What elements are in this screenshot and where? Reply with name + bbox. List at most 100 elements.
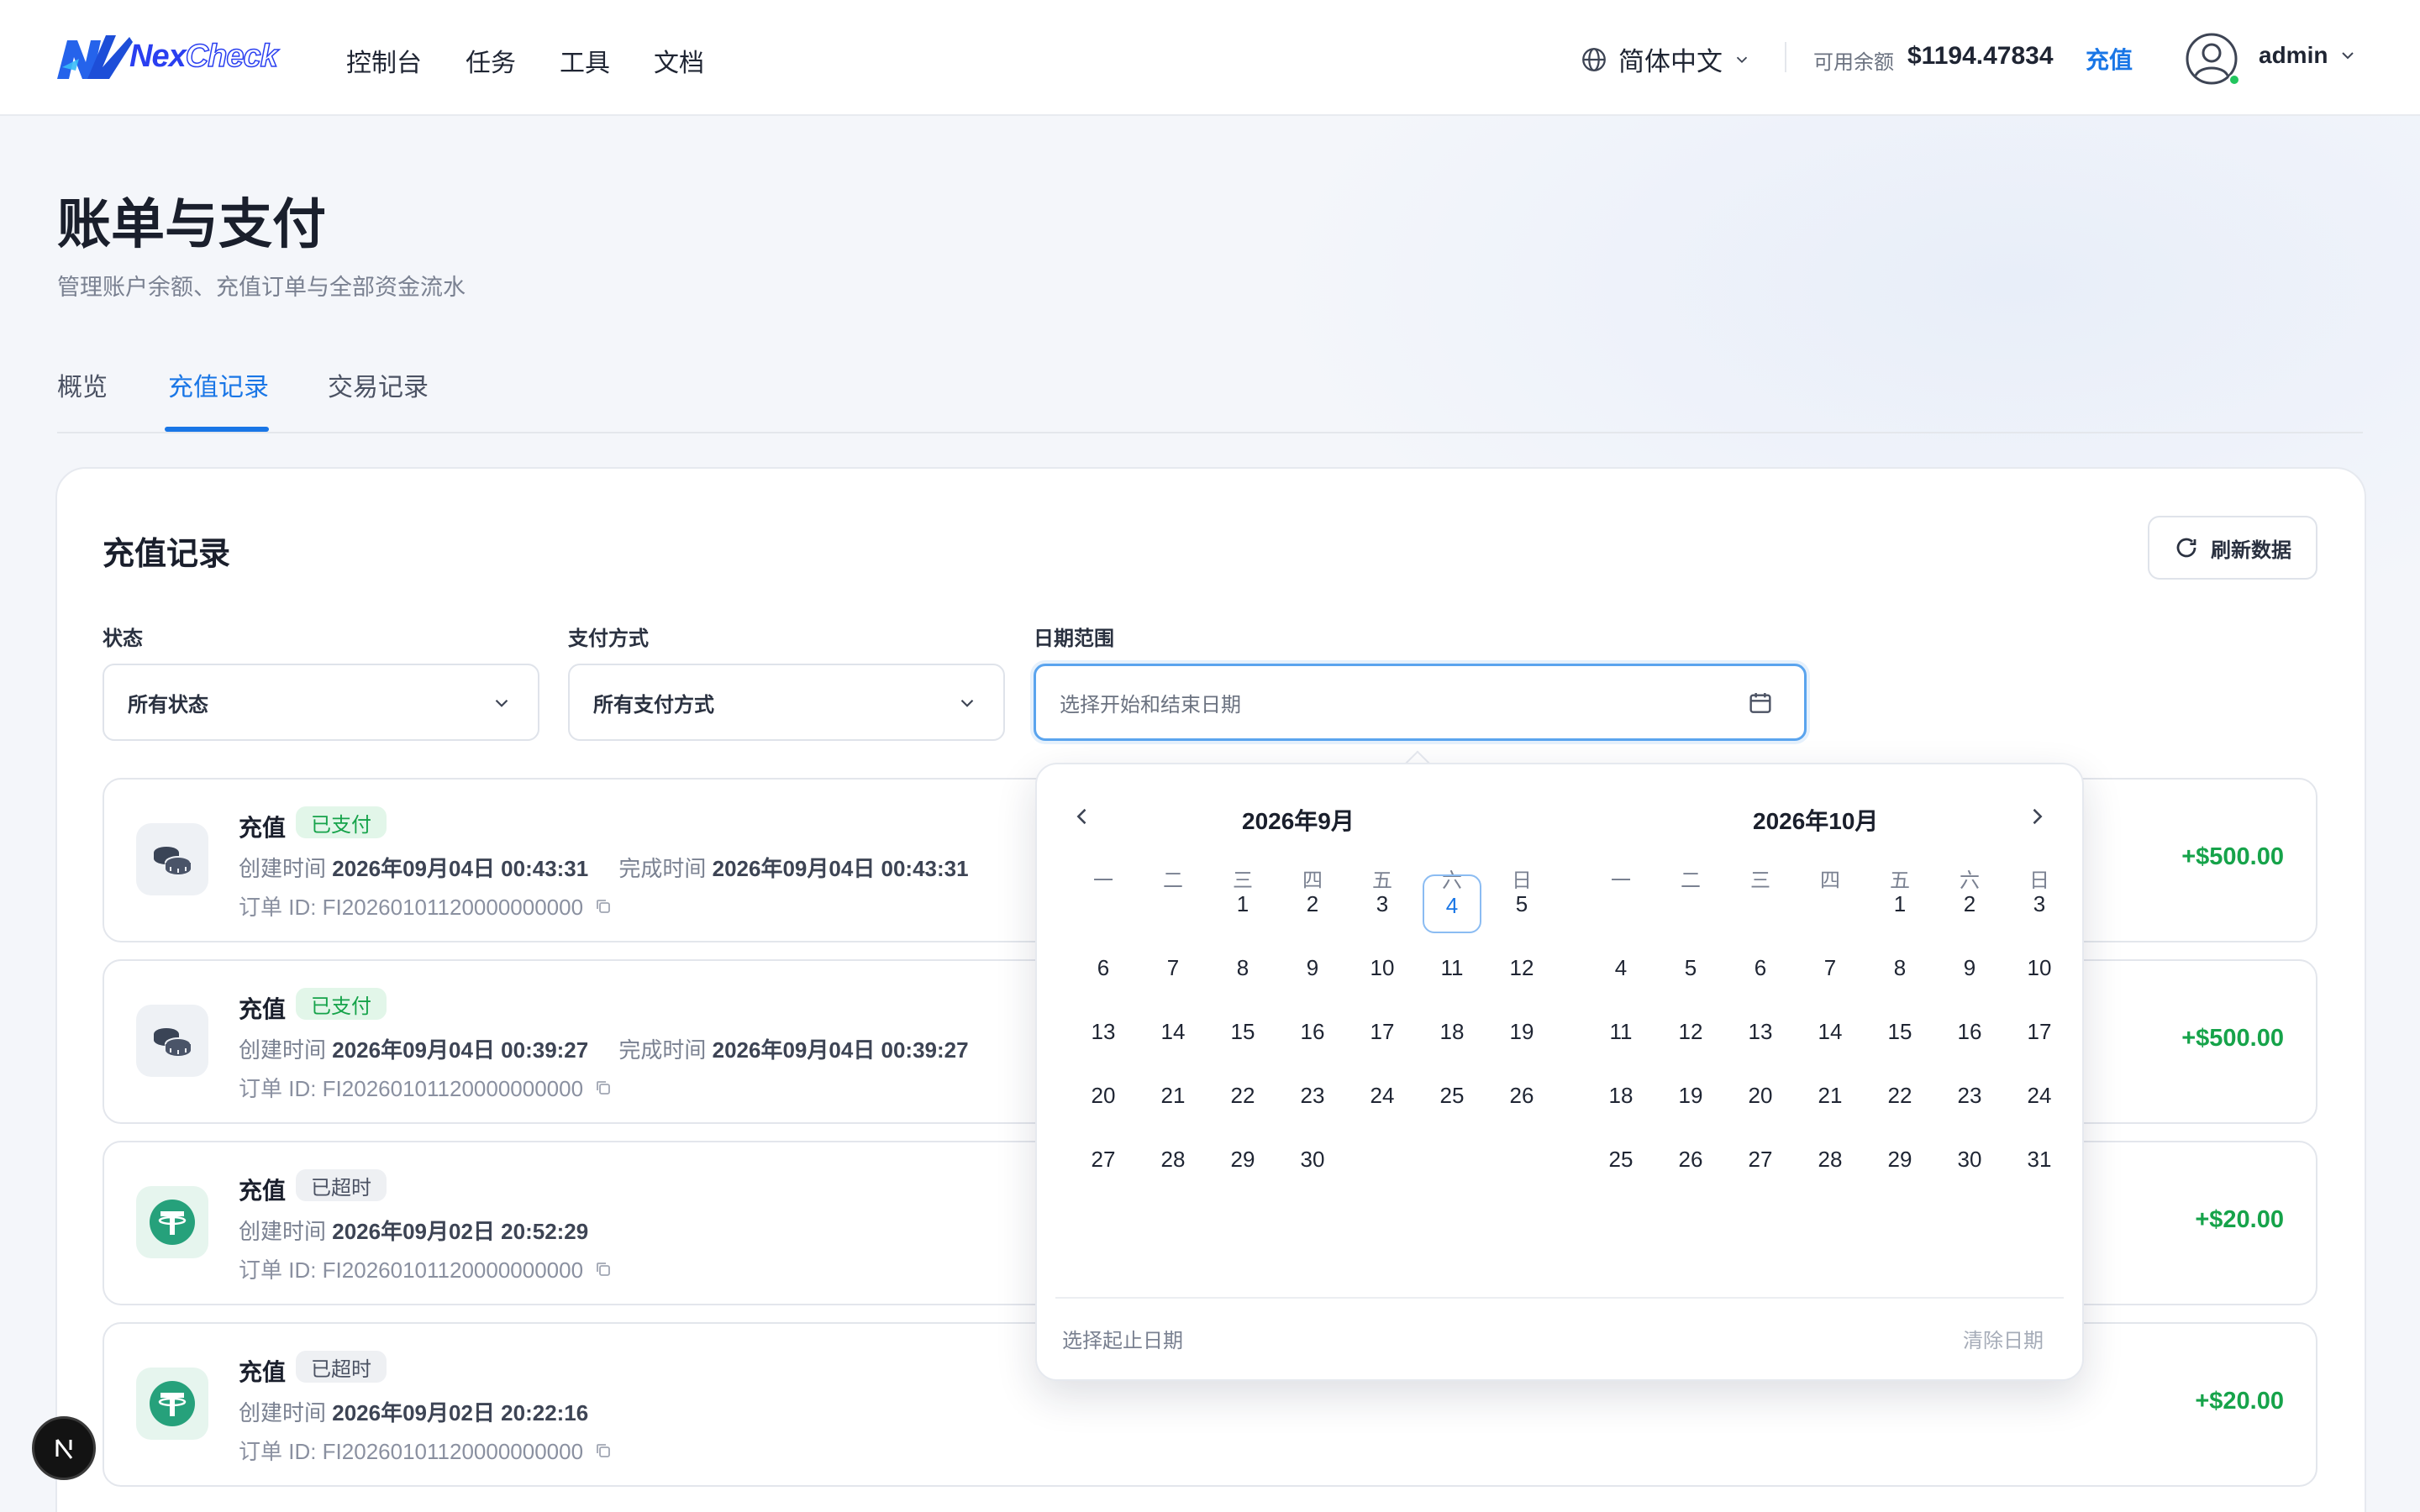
recharge-link[interactable]: 充值 (2086, 42, 2133, 76)
calendar-day-today[interactable]: 4 (1423, 874, 1481, 933)
calendar-day[interactable]: 2 (1940, 874, 1999, 933)
calendar-day[interactable]: 19 (1492, 1002, 1551, 1061)
calendar-day[interactable]: 10 (1353, 938, 1412, 997)
tab-recharge-records[interactable]: 充值记录 (168, 366, 269, 403)
calendar-day[interactable]: 24 (2010, 1066, 2069, 1125)
calendar-day[interactable]: 11 (1423, 938, 1481, 997)
calendar-day[interactable]: 9 (1283, 938, 1342, 997)
calendar-day[interactable]: 29 (1213, 1130, 1272, 1189)
copy-icon[interactable] (593, 1078, 613, 1098)
chevron-down-icon[interactable] (2338, 45, 2358, 66)
calendar-day[interactable]: 10 (2010, 938, 2069, 997)
clear-date-button[interactable]: 清除日期 (1963, 1324, 2044, 1353)
nav-docs[interactable]: 文档 (654, 42, 704, 79)
calendar-day[interactable]: 4 (1591, 938, 1650, 997)
divider (1785, 42, 1786, 72)
calendar-day[interactable]: 7 (1801, 938, 1860, 997)
status-select[interactable]: 所有状态 (103, 664, 539, 741)
balance-label: 可用余额 (1813, 51, 1894, 74)
calendar-day[interactable]: 18 (1423, 1002, 1481, 1061)
brand-name[interactable]: NexCheck (129, 38, 279, 75)
nav-tasks[interactable]: 任务 (466, 42, 516, 79)
calendar-day[interactable]: 23 (1283, 1066, 1342, 1125)
nav-dashboard[interactable]: 控制台 (346, 42, 422, 79)
completed-label: 完成时间 (618, 1037, 707, 1063)
calendar-day[interactable]: 3 (1353, 874, 1412, 933)
calendar-day[interactable]: 26 (1492, 1066, 1551, 1125)
copy-icon[interactable] (593, 1259, 613, 1279)
completed-label: 完成时间 (618, 856, 707, 881)
calendar-day[interactable]: 7 (1144, 938, 1202, 997)
nexcheck-logo-icon[interactable] (54, 34, 134, 81)
calendar-day[interactable]: 14 (1144, 1002, 1202, 1061)
prev-month-button[interactable] (1069, 803, 1096, 830)
calendar-day[interactable]: 6 (1731, 938, 1790, 997)
calendar-day[interactable]: 25 (1423, 1066, 1481, 1125)
language-selector[interactable]: 简体中文 (1580, 40, 1751, 78)
calendar-day[interactable]: 31 (2010, 1130, 2069, 1189)
calendar-day[interactable]: 21 (1801, 1066, 1860, 1125)
calendar-day[interactable]: 17 (1353, 1002, 1412, 1061)
calendar-day[interactable]: 8 (1870, 938, 1929, 997)
date-range-input[interactable]: 选择开始和结束日期 (1034, 664, 1807, 741)
calendar-day[interactable]: 27 (1074, 1130, 1133, 1189)
refresh-label: 刷新数据 (2211, 538, 2291, 562)
calendar-day[interactable]: 30 (1940, 1130, 1999, 1189)
calendar-day[interactable]: 17 (2010, 1002, 2069, 1061)
status-badge: 已超时 (296, 1169, 387, 1201)
payment-method-icon-wrap (136, 823, 208, 895)
calendar-day[interactable]: 9 (1940, 938, 1999, 997)
calendar-day[interactable]: 3 (2010, 874, 2069, 933)
record-type: 充值 (239, 996, 287, 1022)
payment-method-select[interactable]: 所有支付方式 (568, 664, 1005, 741)
calendar-day[interactable]: 11 (1591, 1002, 1650, 1061)
calendar-day[interactable]: 24 (1353, 1066, 1412, 1125)
calendar-day[interactable]: 25 (1591, 1130, 1650, 1189)
weekday-label: 四 (1820, 869, 1840, 892)
copy-icon[interactable] (593, 1441, 613, 1461)
calendar-day[interactable]: 29 (1870, 1130, 1929, 1189)
calendar-day[interactable]: 12 (1492, 938, 1551, 997)
calendar-day[interactable]: 15 (1213, 1002, 1272, 1061)
date-range-placeholder: 选择开始和结束日期 (1060, 693, 1241, 717)
calendar-day[interactable]: 22 (1213, 1066, 1272, 1125)
chevron-left-icon (1076, 808, 1086, 825)
calendar-day[interactable]: 22 (1870, 1066, 1929, 1125)
calendar-day[interactable]: 13 (1731, 1002, 1790, 1061)
calendar-day[interactable]: 19 (1661, 1066, 1720, 1125)
copy-icon[interactable] (593, 896, 613, 916)
nav-tools[interactable]: 工具 (560, 42, 610, 79)
calendar-day[interactable]: 30 (1283, 1130, 1342, 1189)
calendar-day[interactable]: 14 (1801, 1002, 1860, 1061)
calendar-day[interactable]: 16 (1283, 1002, 1342, 1061)
calendar-day[interactable]: 28 (1801, 1130, 1860, 1189)
calendar-day[interactable]: 8 (1213, 938, 1272, 997)
calendar-day[interactable]: 2 (1283, 874, 1342, 933)
calendar-day[interactable]: 6 (1074, 938, 1133, 997)
calendar-day[interactable]: 13 (1074, 1002, 1133, 1061)
calendar-day[interactable]: 20 (1731, 1066, 1790, 1125)
calendar-day[interactable]: 5 (1661, 938, 1720, 997)
calendar-day[interactable]: 15 (1870, 1002, 1929, 1061)
nextjs-badge-icon[interactable] (32, 1416, 96, 1480)
next-month-button[interactable] (2023, 803, 2050, 830)
calendar-day[interactable]: 1 (1213, 874, 1272, 933)
calendar-day[interactable]: 1 (1870, 874, 1929, 933)
tab-transactions[interactable]: 交易记录 (328, 366, 429, 403)
main-nav: 控制台 任务 工具 文档 (346, 42, 748, 79)
refresh-button[interactable]: 刷新数据 (2148, 516, 2317, 580)
calendar-day[interactable]: 27 (1731, 1130, 1790, 1189)
calendar-day[interactable]: 18 (1591, 1066, 1650, 1125)
calendar-day[interactable]: 16 (1940, 1002, 1999, 1061)
calendar-day[interactable]: 21 (1144, 1066, 1202, 1125)
calendar-day[interactable]: 23 (1940, 1066, 1999, 1125)
tab-overview[interactable]: 概览 (57, 366, 108, 403)
calendar-day[interactable]: 12 (1661, 1002, 1720, 1061)
calendar-day[interactable]: 26 (1661, 1130, 1720, 1189)
weekday-label: 二 (1681, 869, 1701, 892)
user-name[interactable]: admin (2259, 42, 2328, 69)
calendar-day[interactable]: 20 (1074, 1066, 1133, 1125)
calendar-day[interactable]: 5 (1492, 874, 1551, 933)
record-amount: +$20.00 (2195, 1388, 2284, 1415)
calendar-day[interactable]: 28 (1144, 1130, 1202, 1189)
